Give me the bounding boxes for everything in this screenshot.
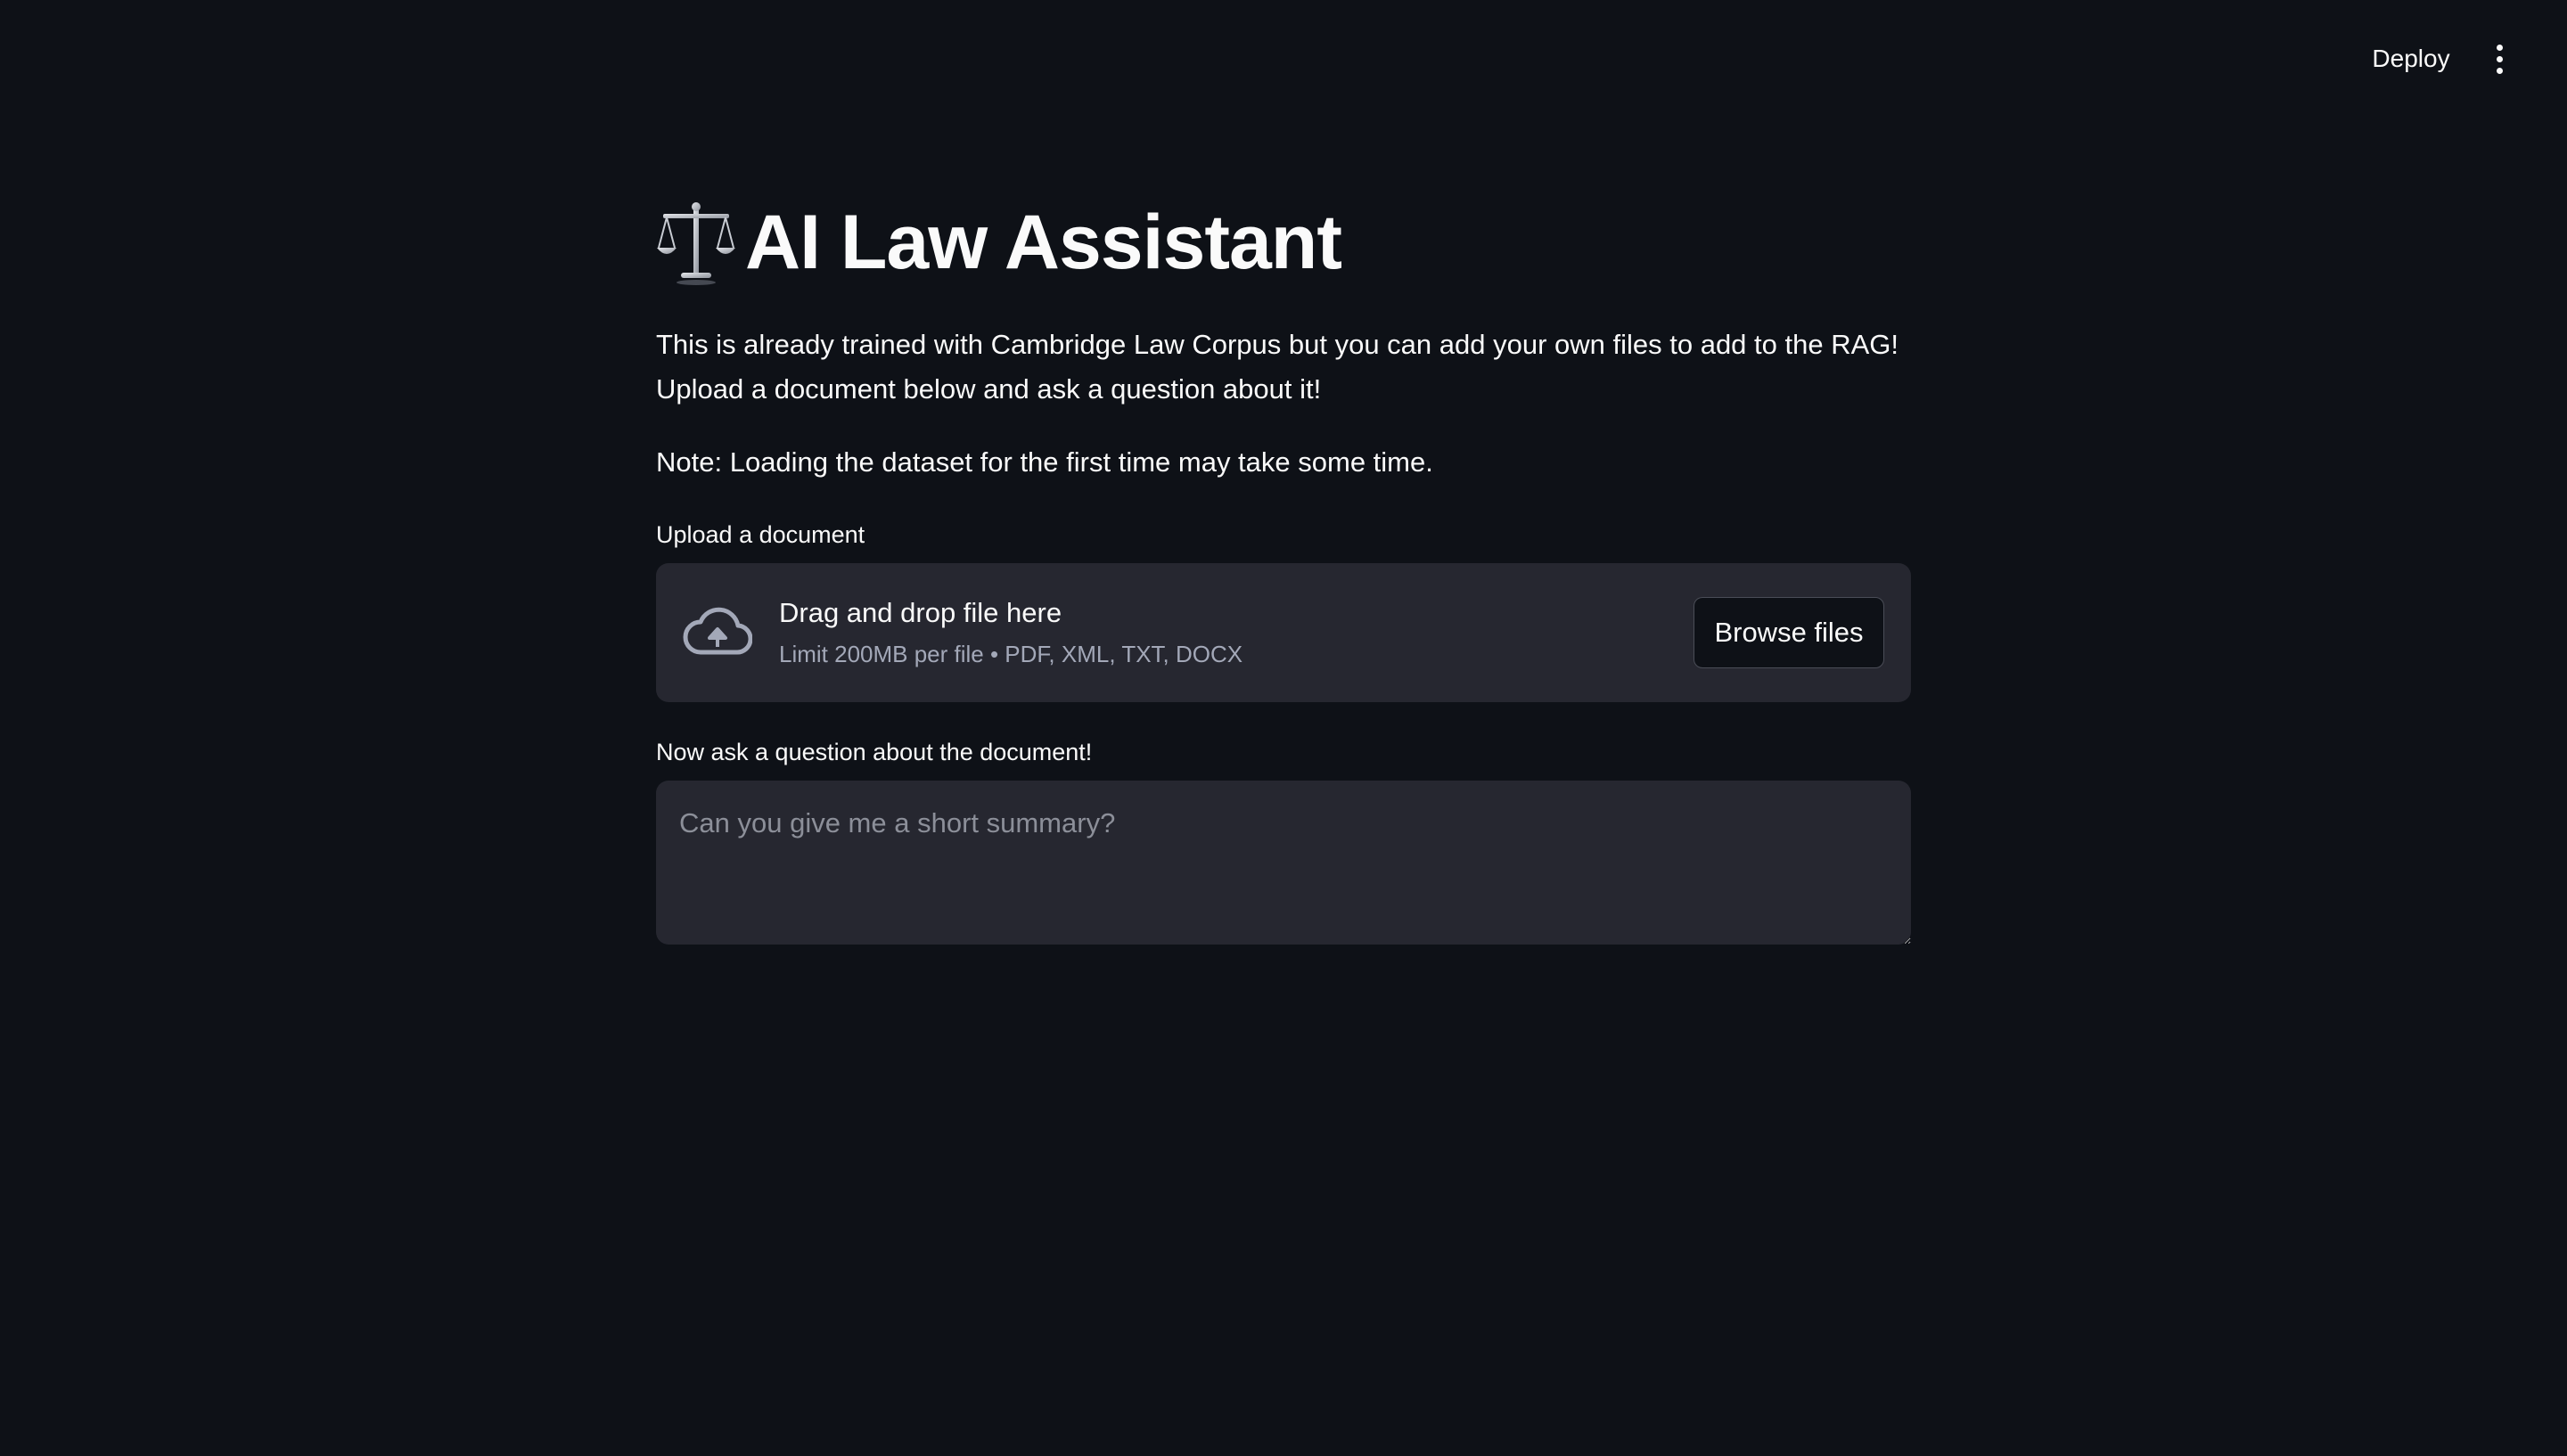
intro-line: This is already trained with Cambridge L… [656,329,1899,360]
intro-text: This is already trained with Cambridge L… [656,323,1911,412]
cloud-upload-icon [683,607,752,655]
vertical-dots-icon [2496,44,2503,51]
app-header: Deploy [0,0,2567,116]
page-header: AI Law Assistant [656,198,1342,287]
question-label: Now ask a question about the document! [656,739,1093,765]
browse-files-button[interactable]: Browse files [1694,597,1884,668]
dropzone-title: Drag and drop file here [779,597,1062,628]
loading-note: Note: Loading the dataset for the first … [656,446,1433,478]
dropzone-limit-text: Limit 200MB per file • PDF, XML, TXT, DO… [779,641,1243,667]
main-menu-button[interactable] [2478,36,2521,82]
question-input[interactable] [656,781,1911,945]
intro-line: Upload a document below and ask a questi… [656,373,1322,405]
file-dropzone[interactable]: Drag and drop file here Limit 200MB per … [656,563,1911,702]
upload-label: Upload a document [656,521,865,548]
deploy-button[interactable]: Deploy [2353,36,2469,82]
balance-scale-icon [657,202,735,285]
page-title: AI Law Assistant [745,200,1342,285]
